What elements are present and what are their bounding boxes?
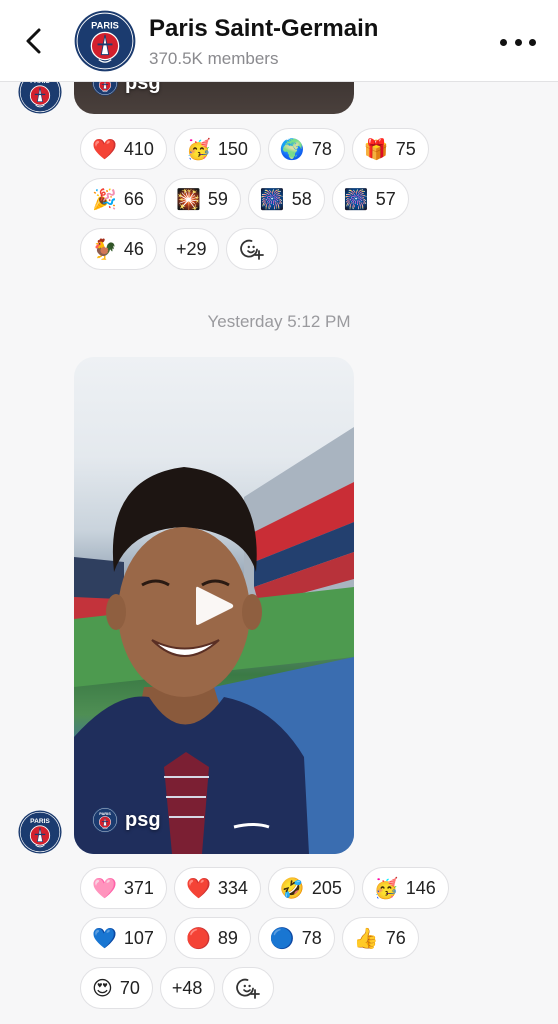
- reaction-count: 410: [123, 138, 154, 159]
- fireworks-night-icon: 🎆: [343, 187, 369, 211]
- reaction-count: 75: [395, 138, 416, 159]
- reaction-count: 78: [301, 927, 322, 948]
- gift-icon: 🎁: [363, 137, 389, 161]
- reaction-chip[interactable]: 😍 70: [80, 967, 153, 1009]
- heart-eyes-icon: 😍: [92, 976, 113, 1000]
- red-circle-icon: 🔴: [185, 926, 211, 950]
- blue-circle-icon: 🔵: [269, 926, 295, 950]
- thumbs-up-icon: 👍: [353, 926, 379, 950]
- author-handle: psg: [125, 808, 161, 831]
- back-button[interactable]: [18, 24, 50, 58]
- reaction-count: 78: [311, 138, 332, 159]
- group-title[interactable]: Paris Saint-Germain: [149, 15, 378, 43]
- rooster-icon: 🐓: [92, 237, 117, 261]
- reaction-chip[interactable]: 🎉 66: [80, 178, 157, 220]
- reaction-chip[interactable]: 👍 76: [341, 917, 419, 959]
- rolling-laughing-icon: 🤣: [279, 876, 305, 900]
- globe-icon: 🌍: [279, 137, 305, 161]
- reaction-count: 334: [217, 877, 248, 898]
- reaction-chip[interactable]: 🔴 89: [173, 917, 251, 959]
- message-timestamp: Yesterday 5:12 PM: [207, 312, 351, 331]
- sparkler-icon: 🎆: [259, 187, 285, 211]
- more-reactions-count: +29: [175, 238, 207, 259]
- reaction-chip[interactable]: 🥳 150: [173, 128, 261, 170]
- reaction-chip[interactable]: 🐓 46: [80, 228, 157, 270]
- reaction-count: 59: [207, 188, 228, 209]
- reaction-chip[interactable]: 🥳 146: [361, 867, 449, 909]
- psg-logo-icon: [92, 807, 118, 833]
- more-reactions-chip[interactable]: +48: [159, 967, 216, 1009]
- red-heart-icon: ❤️: [185, 876, 211, 900]
- reaction-count: 89: [217, 927, 238, 948]
- more-reactions-chip[interactable]: +29: [163, 228, 220, 270]
- red-heart-icon: ❤️: [92, 137, 117, 161]
- add-reaction-button[interactable]: [222, 967, 275, 1009]
- reaction-count: 371: [123, 877, 154, 898]
- reaction-chip[interactable]: 🤣 205: [267, 867, 355, 909]
- more-options-button[interactable]: [500, 30, 536, 54]
- blue-heart-icon: 💙: [92, 926, 117, 950]
- add-reaction-button[interactable]: [226, 228, 279, 270]
- reaction-count: 58: [291, 188, 312, 209]
- chevron-left-icon: [26, 28, 41, 54]
- reaction-count: 70: [119, 977, 140, 998]
- reaction-count: 46: [123, 238, 144, 259]
- reaction-count: 76: [385, 927, 406, 948]
- reaction-chip[interactable]: 🔵 78: [257, 917, 335, 959]
- reaction-chip[interactable]: 🌍 78: [267, 128, 345, 170]
- reaction-chip[interactable]: 🩷 371: [80, 867, 167, 909]
- media-author-tag: psg: [92, 807, 161, 833]
- add-reaction-icon: [240, 239, 265, 260]
- reaction-chip[interactable]: 🎇 59: [163, 178, 241, 220]
- reaction-chip[interactable]: 🎆 58: [247, 178, 325, 220]
- reaction-count: 205: [311, 877, 342, 898]
- add-reaction-icon: [236, 978, 261, 999]
- reaction-chip[interactable]: 💙 107: [80, 917, 167, 959]
- reaction-chip[interactable]: ❤️ 334: [173, 867, 261, 909]
- reaction-count: 66: [123, 188, 144, 209]
- reaction-count: 57: [375, 188, 396, 209]
- sender-avatar[interactable]: [18, 810, 62, 854]
- chat-header: Paris Saint-Germain 370.5K members: [0, 0, 558, 82]
- fireworks-icon: 🎇: [175, 187, 201, 211]
- reaction-count: 150: [217, 138, 248, 159]
- group-avatar[interactable]: [74, 10, 136, 72]
- reaction-count: 107: [123, 927, 154, 948]
- member-count: 370.5K members: [149, 49, 279, 68]
- pink-heart-icon: 🩷: [92, 876, 117, 900]
- reaction-chip[interactable]: ❤️ 410: [80, 128, 167, 170]
- party-popper-icon: 🎉: [92, 187, 117, 211]
- partying-face-icon: 🥳: [373, 876, 399, 900]
- more-horizontal-icon: [500, 38, 507, 46]
- partying-face-icon: 🥳: [185, 137, 211, 161]
- reaction-chip[interactable]: 🎆 57: [331, 178, 409, 220]
- more-reactions-count: +48: [171, 977, 203, 998]
- play-icon[interactable]: [192, 583, 236, 629]
- reaction-chip[interactable]: 🎁 75: [351, 128, 429, 170]
- reaction-count: 146: [405, 877, 436, 898]
- video-post-media[interactable]: psg: [74, 357, 354, 854]
